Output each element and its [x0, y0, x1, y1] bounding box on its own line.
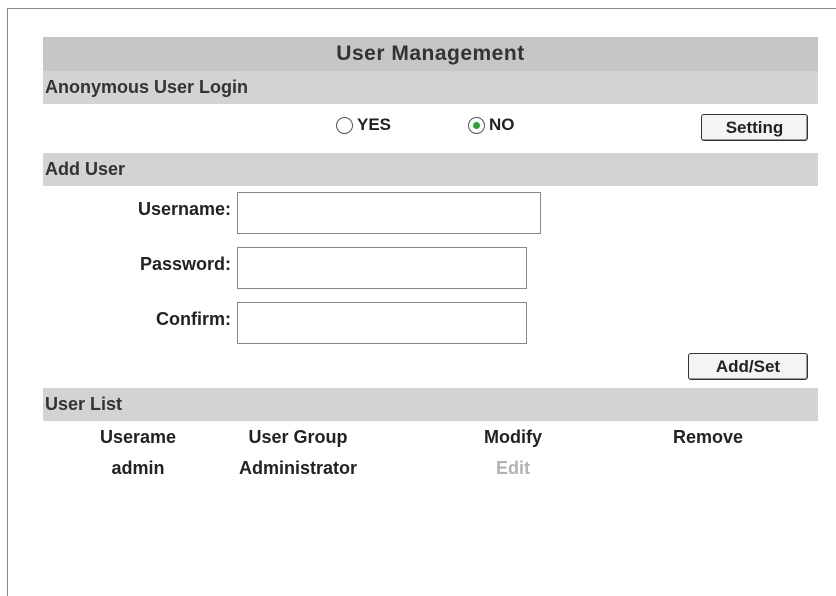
confirm-row: Confirm:	[43, 296, 818, 351]
setting-button[interactable]: Setting	[701, 114, 808, 141]
password-row: Password:	[43, 241, 818, 296]
username-row: Username:	[43, 186, 818, 241]
user-list-column-headers: Userame User Group Modify Remove	[43, 421, 818, 458]
radio-no-circle[interactable]	[468, 116, 485, 134]
radio-no-label: NO	[489, 115, 515, 134]
anonymous-login-header: Anonymous User Login	[43, 71, 818, 104]
user-management-panel: User Management Anonymous User Login YES…	[43, 37, 818, 495]
username-input[interactable]	[237, 192, 541, 234]
user-list-header: User List	[43, 388, 818, 421]
confirm-password-input[interactable]	[237, 302, 527, 344]
column-header-user-group: User Group	[248, 427, 348, 447]
column-header-username: Userame	[99, 427, 177, 447]
table-row: admin Administrator Edit	[43, 458, 818, 495]
column-header-remove: Remove	[672, 427, 744, 447]
radio-yes[interactable]: YES	[336, 115, 391, 135]
password-label: Password:	[139, 254, 231, 274]
confirm-label: Confirm:	[156, 309, 231, 329]
anonymous-login-row: YES NO Setting	[43, 104, 818, 153]
row-username: admin	[111, 458, 165, 478]
username-label: Username:	[137, 199, 231, 219]
add-set-row: Add/Set	[43, 351, 818, 388]
add-user-header: Add User	[43, 153, 818, 186]
radio-selected-dot-icon	[473, 121, 480, 129]
radio-no[interactable]: NO	[468, 115, 515, 135]
edit-link[interactable]: Edit	[463, 458, 563, 479]
column-header-modify: Modify	[484, 427, 542, 447]
page-title: User Management	[43, 37, 818, 71]
row-user-group: Administrator	[238, 458, 357, 478]
radio-yes-label: YES	[357, 115, 392, 134]
add-set-button[interactable]: Add/Set	[688, 353, 808, 380]
password-input[interactable]	[237, 247, 527, 289]
radio-yes-circle[interactable]	[336, 116, 353, 134]
